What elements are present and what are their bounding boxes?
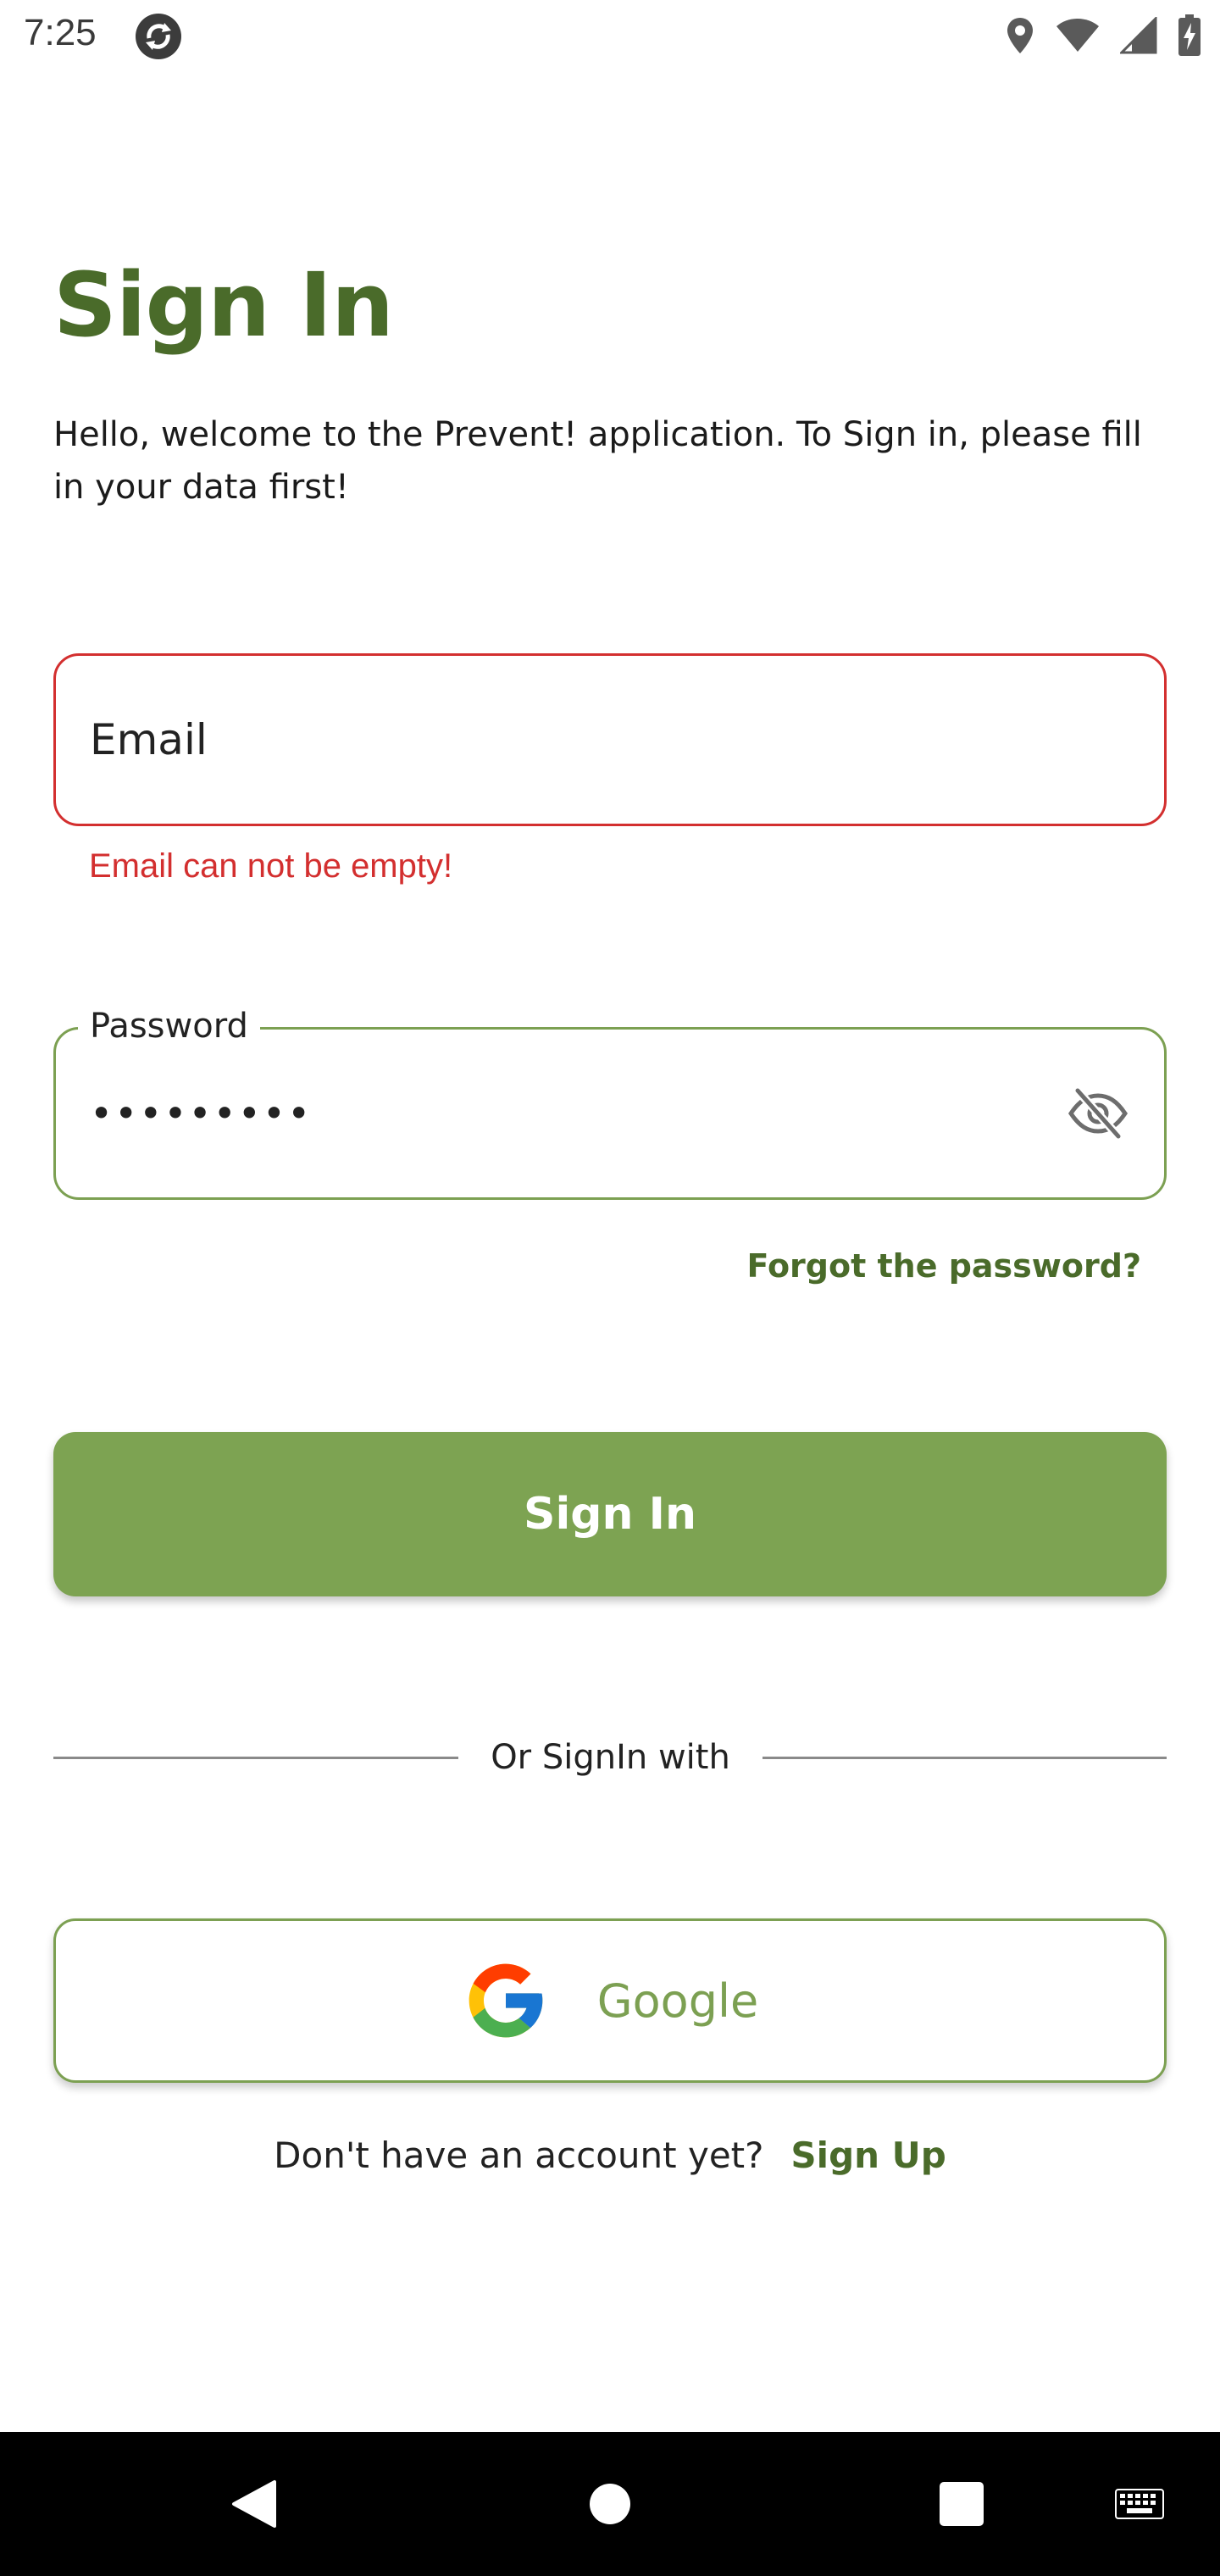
location-icon [1007,18,1033,53]
divider-text: Or SignIn with [491,1738,730,1777]
home-icon [590,2484,630,2524]
google-button-label: Google [596,1974,759,2028]
page-title: Sign In [53,253,394,357]
google-sign-in-button[interactable]: Google [53,1918,1167,2083]
divider-right [762,1757,1167,1759]
email-error-message: Email can not be empty! [89,847,453,885]
wifi-icon [1056,19,1099,52]
sync-app-icon [136,14,181,59]
forgot-password-link[interactable]: Forgot the password? [747,1247,1141,1285]
back-button[interactable] [212,2432,297,2576]
sign-up-link[interactable]: Sign Up [790,2129,946,2183]
navigation-bar [0,2432,1220,2576]
status-time: 7:25 [24,12,97,53]
home-button[interactable] [568,2432,652,2576]
password-value: ••••••••• [90,1091,313,1136]
status-bar: 7:25 [0,0,1220,71]
sign-up-row: Don't have an account yet? Sign Up [0,2129,1220,2183]
keyboard-icon [1115,2489,1164,2519]
sign-up-prompt: Don't have an account yet? [274,2135,764,2176]
visibility-off-icon[interactable] [1068,1085,1128,1141]
google-logo-icon [469,1963,543,2038]
battery-charging-icon [1178,14,1201,56]
email-field[interactable]: Email [53,653,1167,826]
recents-button[interactable] [919,2432,1004,2576]
divider-left [53,1757,458,1759]
email-placeholder: Email [90,715,208,764]
sign-in-screen: 7:25 Sign In Hello, welcome to the Preve… [0,0,1220,2576]
recents-icon [940,2482,984,2526]
password-field[interactable]: Password ••••••••• [53,999,1167,1200]
page-subtitle: Hello, welcome to the Prevent! applicati… [53,415,1142,507]
status-icons [1005,12,1201,59]
sign-in-button[interactable]: Sign In [53,1432,1167,1596]
keyboard-switch-button[interactable] [1101,2432,1178,2576]
cellular-signal-icon [1120,17,1157,54]
back-icon [232,2480,276,2528]
